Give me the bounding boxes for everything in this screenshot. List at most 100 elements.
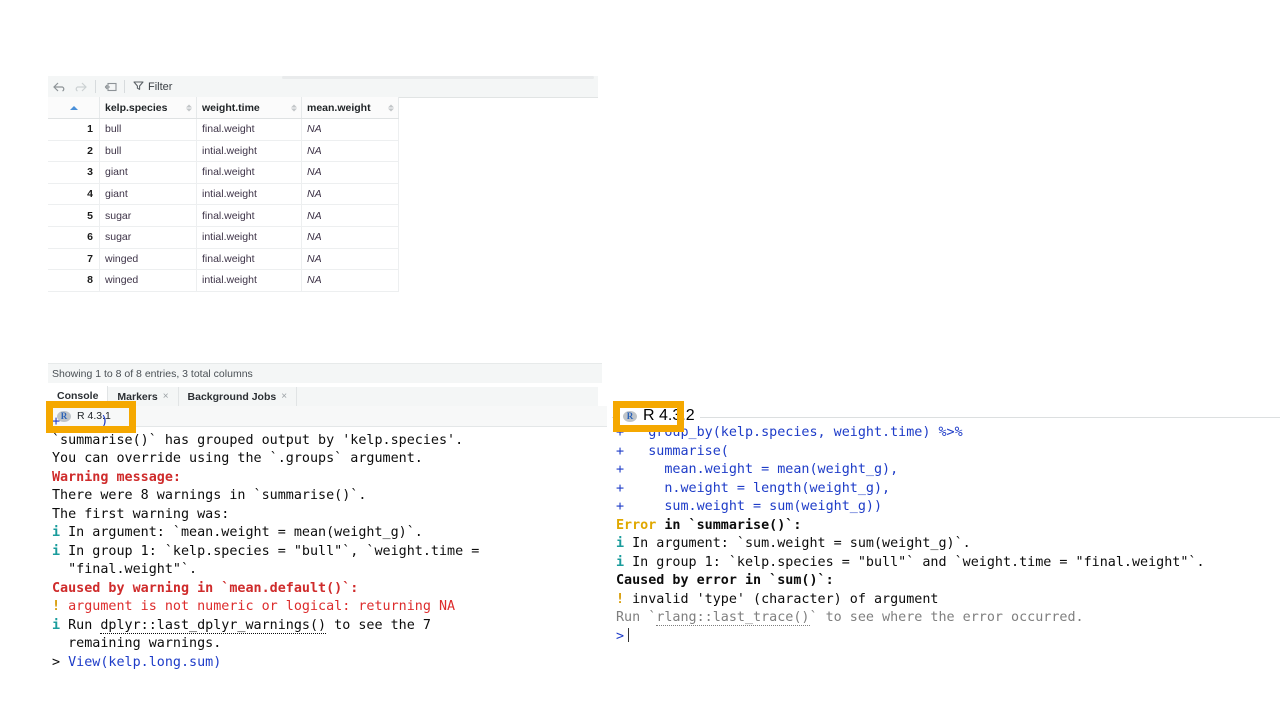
cell-weight-time: intial.weight xyxy=(196,183,302,206)
console-line: Warning message: xyxy=(52,469,652,488)
console-text: + sum.weight = sum(weight_g)) xyxy=(616,499,883,514)
console-line: There were 8 warnings in `summarise()`. xyxy=(52,487,652,506)
cell-mean-weight: NA xyxy=(301,140,399,163)
table-row[interactable]: 3 giant final.weight NA xyxy=(48,161,399,184)
console-text: i xyxy=(52,525,61,540)
console-text: i xyxy=(52,543,61,559)
cell-kelp-species: winged xyxy=(99,248,197,271)
console-text: + mean.weight = mean(weight_g), xyxy=(616,462,899,477)
cell-mean-weight: NA xyxy=(301,269,399,292)
console-text: ! xyxy=(52,599,61,614)
cell-mean-weight: NA xyxy=(301,161,399,184)
console-text: i xyxy=(616,554,625,570)
cell-weight-time: final.weight xyxy=(196,161,302,184)
row-number-cell: 6 xyxy=(48,226,100,249)
sort-toggle-icon[interactable] xyxy=(388,104,394,111)
column-header-kelp-species[interactable]: kelp.species xyxy=(99,97,197,119)
console-line: + ) xyxy=(52,413,652,432)
console-text: The first warning was: xyxy=(52,506,230,522)
console-text: > xyxy=(616,628,625,644)
sort-ascending-icon xyxy=(69,105,78,110)
column-header-mean-weight[interactable]: mean.weight xyxy=(301,97,399,119)
data-viewer-status-bar: Showing 1 to 8 of 8 entries, 3 total col… xyxy=(48,363,602,383)
console-tab-markers[interactable]: Markers × xyxy=(108,387,179,406)
console-tab-console[interactable]: Console xyxy=(48,386,109,406)
table-row[interactable]: 5 sugar final.weight NA xyxy=(48,204,399,227)
console-tab-background-jobs[interactable]: Background Jobs × xyxy=(179,387,298,406)
console-text: > xyxy=(52,654,69,670)
console-text: ` to see where the error occurred. xyxy=(809,610,1084,625)
cell-weight-time: intial.weight xyxy=(196,226,302,249)
console-line: + sum.weight = sum(weight_g)) xyxy=(616,498,1280,517)
row-number-cell: 7 xyxy=(48,248,100,271)
row-number-cell: 3 xyxy=(48,161,100,184)
console-tab-bar: Console Markers × Background Jobs × xyxy=(48,386,598,407)
r-version-label: R 4.3.2 xyxy=(643,407,695,424)
table-row[interactable]: 4 giant intial.weight NA xyxy=(48,183,399,206)
console-output-right[interactable]: + group_by(kelp.species, weight.time) %>… xyxy=(616,424,1280,646)
close-icon[interactable]: × xyxy=(163,391,169,402)
console-text: + group_by(kelp.species, weight.time) %>… xyxy=(616,425,963,440)
close-icon[interactable]: × xyxy=(281,391,287,402)
cell-kelp-species: winged xyxy=(99,269,197,292)
console-text: Error xyxy=(616,517,657,533)
tab-label: Console xyxy=(57,389,99,402)
table-body: 1 bull final.weight NA 2 bull intial.weight NA 3… xyxy=(48,118,399,292)
console-text: to see the 7 xyxy=(326,617,431,633)
column-header-label: mean.weight xyxy=(307,101,371,114)
table-row[interactable]: 1 bull final.weight NA xyxy=(48,118,399,141)
cell-kelp-species: sugar xyxy=(99,204,197,227)
console-text: ! xyxy=(616,591,625,607)
toolbar-divider xyxy=(95,80,96,93)
sort-toggle-icon[interactable] xyxy=(186,104,192,111)
console-line: You can override using the `.groups` arg… xyxy=(52,450,652,469)
console-text: There were 8 warnings in `summarise()`. xyxy=(52,488,367,503)
table-row[interactable]: 7 winged final.weight NA xyxy=(48,248,399,271)
console-text: In group 1: `kelp.species = "bull"`, `we… xyxy=(60,543,480,559)
arrow-right-icon[interactable] xyxy=(70,77,92,97)
console-text: In argument: `mean.weight = mean(weight_… xyxy=(60,525,423,540)
console-text: You can override using the `.groups` arg… xyxy=(52,451,423,466)
column-header-weight-time[interactable]: weight.time xyxy=(196,97,302,119)
console-line: + summarise( xyxy=(616,443,1280,462)
table-row[interactable]: 2 bull intial.weight NA xyxy=(48,140,399,163)
console-line: i Run dplyr::last_dplyr_warnings() to se… xyxy=(52,617,652,636)
console-output-left[interactable]: + ) `summarise()` has grouped output by '… xyxy=(52,413,652,672)
cell-kelp-species: sugar xyxy=(99,226,197,249)
sort-toggle-icon[interactable] xyxy=(291,104,297,111)
console-text: i xyxy=(616,536,625,551)
console-text: "final.weight"`. xyxy=(52,562,198,577)
table-header-row: kelp.species weight.time mean.weight xyxy=(48,97,399,119)
row-number-header[interactable] xyxy=(48,97,100,119)
cell-mean-weight: NA xyxy=(301,183,399,206)
filter-button[interactable]: Filter xyxy=(128,77,177,97)
panel-divider xyxy=(612,417,1280,418)
row-number-cell: 8 xyxy=(48,269,100,292)
table-row[interactable]: 6 sugar intial.weight NA xyxy=(48,226,399,249)
horizontal-scrollbar[interactable] xyxy=(282,76,594,79)
console-text: Caused by error in `sum()`: xyxy=(616,573,834,588)
cell-mean-weight: NA xyxy=(301,204,399,227)
cell-weight-time: final.weight xyxy=(196,118,302,141)
console-text: Run xyxy=(60,617,101,633)
arrow-left-icon[interactable] xyxy=(48,77,70,97)
funnel-icon xyxy=(133,78,144,96)
console-line: + mean.weight = mean(weight_g), xyxy=(616,461,1280,480)
console-text: dplyr::last_dplyr_warnings() xyxy=(100,617,327,634)
tab-label: Background Jobs xyxy=(187,390,277,403)
console-line: Caused by warning in `mean.default()`: xyxy=(52,580,652,599)
console-line: i In group 1: `kelp.species = "bull"`, `… xyxy=(52,543,652,562)
cell-kelp-species: bull xyxy=(99,140,197,163)
table-row[interactable]: 8 winged intial.weight NA xyxy=(48,269,399,292)
toolbar-divider-2 xyxy=(124,80,125,93)
console-text: In argument: `sum.weight = sum(weight_g)… xyxy=(624,536,971,551)
data-table: kelp.species weight.time mean.weight 1 bu… xyxy=(48,97,399,292)
console-text: rlang::last_trace() xyxy=(656,610,810,626)
console-line: i In argument: `sum.weight = sum(weight_… xyxy=(616,535,1280,554)
console-line: > View(kelp.long.sum) xyxy=(52,654,652,673)
console-text: In group 1: `kelp.species = "bull"` and … xyxy=(624,554,1205,570)
console-line: ! argument is not numeric or logical: re… xyxy=(52,598,652,617)
cell-kelp-species: giant xyxy=(99,161,197,184)
console-line: `summarise()` has grouped output by 'kel… xyxy=(52,432,652,451)
open-in-new-window-icon[interactable] xyxy=(99,77,121,97)
